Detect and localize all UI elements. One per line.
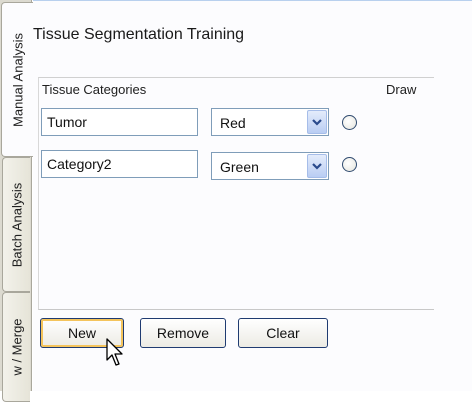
category-color-value-1: Red: [220, 115, 246, 131]
clear-button[interactable]: Clear: [238, 318, 328, 348]
tissue-categories-header: Tissue Categories: [42, 82, 147, 97]
remove-button[interactable]: Remove: [140, 318, 226, 348]
category-name-field-2[interactable]: [41, 150, 198, 178]
dropdown-button-1[interactable]: [307, 110, 327, 134]
tab-batch-analysis-label: Batch Analysis: [9, 182, 24, 267]
tab-review-merge[interactable]: w / Merge: [2, 292, 30, 402]
tab-manual-analysis[interactable]: Manual Analysis: [1, 2, 33, 157]
chevron-down-icon: [312, 119, 322, 126]
draw-radio-1[interactable]: [342, 115, 357, 130]
draw-header: Draw: [386, 82, 417, 97]
page-title: Tissue Segmentation Training: [33, 26, 245, 43]
category-color-value-2: Green: [220, 159, 259, 175]
mouse-cursor-icon: [106, 338, 123, 366]
tab-review-merge-label: w / Merge: [9, 318, 24, 376]
tab-batch-analysis[interactable]: Batch Analysis: [2, 157, 30, 292]
chevron-down-icon: [312, 163, 322, 170]
category-name-field-1[interactable]: [41, 108, 198, 136]
tab-manual-analysis-label: Manual Analysis: [10, 32, 25, 127]
category-color-select-2[interactable]: Green: [211, 152, 329, 180]
dropdown-button-2[interactable]: [307, 154, 327, 178]
vertical-tab-strip: Manual Analysis Batch Analysis w / Merge: [0, 0, 33, 402]
draw-radio-2[interactable]: [342, 157, 357, 172]
category-color-select-1[interactable]: Red: [211, 108, 329, 136]
